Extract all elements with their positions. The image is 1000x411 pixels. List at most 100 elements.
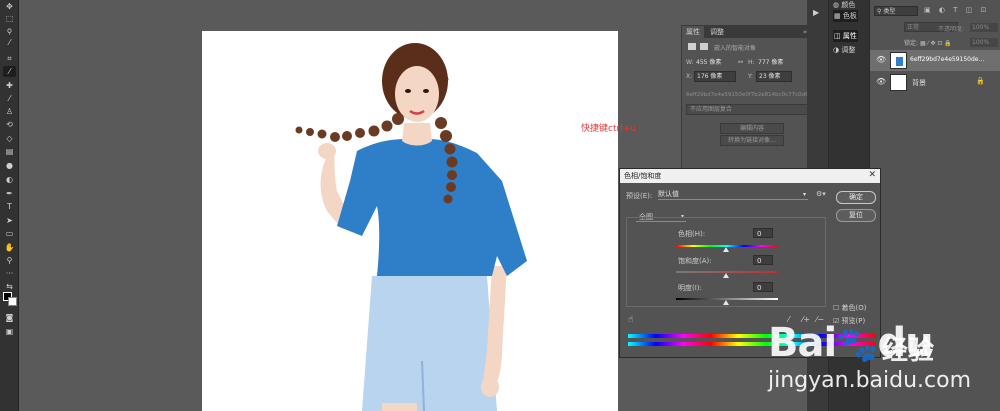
- swatches-icon: ▦: [834, 12, 841, 20]
- hue-field[interactable]: 0: [753, 228, 773, 238]
- path-select-tool-icon[interactable]: ➤: [3, 215, 16, 226]
- saturation-field[interactable]: 0: [753, 255, 773, 265]
- more-tools-icon[interactable]: ···: [3, 268, 16, 279]
- layer-filter-select[interactable]: ⚲ 类型: [874, 6, 918, 16]
- saturation-slider-thumb[interactable]: [723, 273, 729, 278]
- document-canvas[interactable]: [202, 31, 618, 411]
- layer-filter-label: 类型: [883, 8, 896, 15]
- hand-tool-icon[interactable]: ✋: [3, 242, 16, 253]
- y-label: Y:: [748, 73, 753, 80]
- w-field[interactable]: 455 像素: [694, 58, 734, 67]
- lock-icon: 🔒: [976, 77, 985, 85]
- background-color-swatch[interactable]: [8, 297, 17, 306]
- properties-icon: ◫: [834, 32, 841, 40]
- dock-label: 色板: [842, 12, 857, 20]
- type-tool-icon[interactable]: T: [3, 201, 16, 212]
- play-icon[interactable]: ▶: [813, 8, 819, 17]
- opacity-field[interactable]: 100%: [970, 23, 998, 32]
- properties-header: 嵌入的智能对象: [714, 45, 757, 52]
- reset-button[interactable]: 复位: [836, 209, 876, 222]
- dock-label: 颜色: [841, 1, 856, 9]
- tools-panel: ✥ ⬚ ϙ ⁄ ⌗ ⁄ ✚ ⁄ ♙ ⟲ ◇ ▤ ● ◐ ✒ T ➤ ▭ ✋ ⚲ …: [0, 0, 19, 411]
- dodge-tool-icon[interactable]: ◐: [3, 174, 16, 185]
- swap-colors-icon[interactable]: ⇆: [3, 281, 16, 292]
- link-icon[interactable]: ⚯: [738, 59, 743, 66]
- layer-filter-icons[interactable]: ▣ ◐ T ◫ ⊡: [924, 6, 989, 14]
- quick-select-tool-icon[interactable]: ⁄: [3, 37, 16, 48]
- mask-icon: [700, 43, 708, 50]
- shortcut-annotation: 快捷键ctrl+u: [581, 124, 636, 134]
- lock-icons[interactable]: ▦ ⁄ ✥ ⊡ 🔒: [920, 40, 952, 47]
- smart-object-icon: [688, 43, 696, 50]
- layer-name[interactable]: 6eff29bd7e4e59150de...: [910, 56, 984, 63]
- preset-select[interactable]: 默认值 ▾: [658, 189, 808, 200]
- h-field[interactable]: 777 像素: [756, 58, 796, 67]
- smart-object-filename: 6eff29bd7e4e59150e0f7b2e814bc0c77c0d6d8.…: [686, 92, 814, 98]
- history-brush-tool-icon[interactable]: ⟲: [3, 119, 16, 130]
- layer-row-smart-object[interactable]: 👁 6eff29bd7e4e59150de...: [870, 50, 1000, 71]
- x-field[interactable]: 176 像素: [694, 71, 736, 82]
- convert-to-linked-button[interactable]: 转换为链接对象...: [720, 135, 784, 146]
- layer-name[interactable]: 背景: [912, 78, 926, 88]
- dialog-title: 色相/饱和度: [620, 169, 880, 183]
- zoom-tool-icon[interactable]: ⚲: [3, 255, 16, 266]
- lightness-field[interactable]: 0: [753, 282, 773, 292]
- h-label: H:: [748, 59, 755, 66]
- visibility-eye-icon[interactable]: 👁: [876, 77, 886, 86]
- baidu-jingyan-url: jingyan.baidu.com: [768, 368, 972, 393]
- shape-tool-icon[interactable]: ▭: [3, 228, 16, 239]
- edit-contents-button[interactable]: 编辑内容: [720, 123, 784, 134]
- lasso-tool-icon[interactable]: ϙ: [3, 25, 16, 36]
- visibility-eye-icon[interactable]: 👁: [876, 55, 886, 64]
- targeted-adjust-hand-icon[interactable]: ☝: [628, 315, 633, 325]
- pen-tool-icon[interactable]: ✒: [3, 188, 16, 199]
- x-label: X:: [686, 73, 693, 80]
- baidu-paw-icon: 🐾: [836, 325, 878, 365]
- eyedropper-tool-icon[interactable]: ⁄: [3, 66, 16, 77]
- preset-value: 默认值: [658, 190, 679, 198]
- lightness-label: 明度(I):: [678, 284, 702, 292]
- hue-slider-thumb[interactable]: [723, 247, 729, 252]
- tab-adjustments[interactable]: 调整: [706, 26, 728, 38]
- lock-row: 锁定: ▦ ⁄ ✥ ⊡ 🔒: [904, 38, 952, 47]
- marquee-tool-icon[interactable]: ⬚: [3, 13, 16, 24]
- blur-tool-icon[interactable]: ●: [3, 160, 16, 171]
- layer-row-background[interactable]: 👁 背景 🔒: [870, 72, 1000, 92]
- screen-mode-icon[interactable]: ▣: [3, 326, 16, 337]
- color-icon: ◍: [833, 1, 840, 9]
- layer-thumbnail: [890, 52, 907, 69]
- close-icon[interactable]: ✕: [868, 170, 876, 180]
- preset-label: 预设(E):: [626, 192, 653, 200]
- baidu-logo-text: Bai: [768, 320, 837, 366]
- layer-comp-select[interactable]: 不应用图层复合: [686, 104, 821, 115]
- move-tool-icon[interactable]: ✥: [3, 1, 16, 12]
- properties-tabs: 属性 调整 »≡: [682, 26, 817, 38]
- dock-item-properties[interactable]: ◫ 属性: [833, 30, 858, 42]
- stamp-tool-icon[interactable]: ♙: [3, 106, 16, 117]
- tab-properties[interactable]: 属性: [682, 26, 704, 38]
- colorize-checkbox[interactable]: ☐ 着色(O): [833, 303, 867, 313]
- opacity-label: 不透明度:: [938, 26, 965, 33]
- dock-item-adjust[interactable]: ◑ 调整: [833, 45, 855, 55]
- brush-tool-icon[interactable]: ⁄: [3, 93, 16, 104]
- lightness-slider-thumb[interactable]: [723, 300, 729, 305]
- chevron-down-icon: ▾: [802, 191, 806, 198]
- dock-item-color[interactable]: ◍ 颜色: [833, 0, 855, 10]
- crop-tool-icon[interactable]: ⌗: [3, 53, 16, 64]
- y-field[interactable]: 23 像素: [756, 71, 792, 82]
- preset-gear-icon[interactable]: ⚙▾: [816, 190, 826, 198]
- woman-photo: [295, 43, 527, 411]
- eraser-tool-icon[interactable]: ◇: [3, 133, 16, 144]
- baidu-jingyan-text: 经验: [882, 336, 935, 366]
- properties-panel: 属性 调整 »≡ 嵌入的智能对象 W: 455 像素 ⚯ H: 777 像素 X…: [681, 25, 821, 175]
- layer-thumbnail: [890, 74, 907, 91]
- gradient-tool-icon[interactable]: ▤: [3, 146, 16, 157]
- quick-mask-icon[interactable]: ◙: [3, 312, 16, 323]
- dock-label: 调整: [841, 46, 856, 54]
- dock-item-swatches[interactable]: ▦ 色板: [833, 10, 858, 22]
- ok-button[interactable]: 确定: [836, 191, 876, 204]
- hue-label: 色相(H):: [678, 230, 706, 238]
- healing-tool-icon[interactable]: ✚: [3, 80, 16, 91]
- fill-field[interactable]: 100%: [970, 38, 998, 47]
- adjust-icon: ◑: [833, 46, 840, 54]
